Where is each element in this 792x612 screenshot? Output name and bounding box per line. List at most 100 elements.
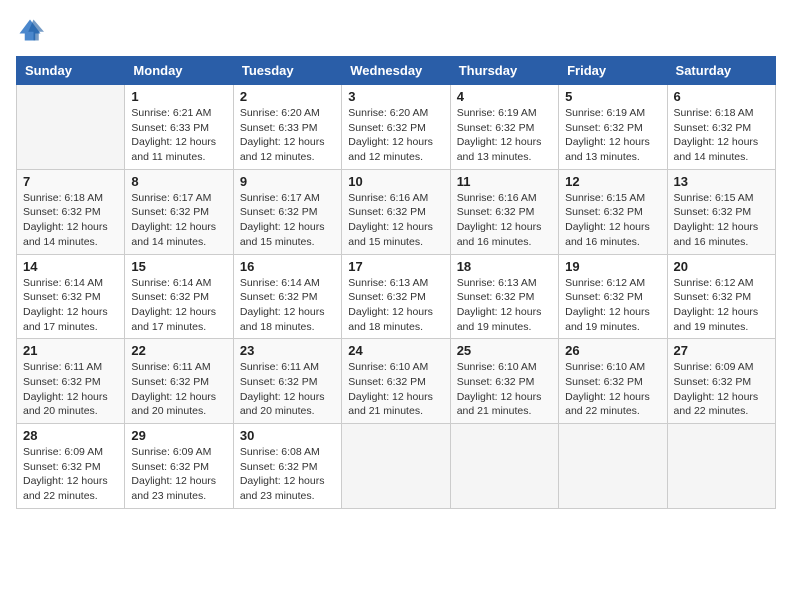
day-number: 25 xyxy=(457,343,552,358)
day-number: 2 xyxy=(240,89,335,104)
day-info: Sunrise: 6:17 AM Sunset: 6:32 PM Dayligh… xyxy=(240,191,335,250)
day-number: 1 xyxy=(131,89,226,104)
calendar-cell: 18 Sunrise: 6:13 AM Sunset: 6:32 PM Dayli… xyxy=(450,254,558,339)
day-info: Sunrise: 6:20 AM Sunset: 6:32 PM Dayligh… xyxy=(348,106,443,165)
calendar-cell: 25 Sunrise: 6:10 AM Sunset: 6:32 PM Dayli… xyxy=(450,339,558,424)
calendar-header: SundayMondayTuesdayWednesdayThursdayFrid… xyxy=(17,57,776,85)
calendar-cell xyxy=(342,424,450,509)
calendar-cell xyxy=(559,424,667,509)
calendar-cell: 8Sunrise: 6:17 AM Sunset: 6:32 PM Daylig… xyxy=(125,169,233,254)
calendar-cell: 17 Sunrise: 6:13 AM Sunset: 6:32 PM Dayli… xyxy=(342,254,450,339)
day-info: Sunrise: 6:16 AM Sunset: 6:32 PM Dayligh… xyxy=(457,191,552,250)
calendar-cell xyxy=(17,85,125,170)
calendar-cell: 1 Sunrise: 6:21 AM Sunset: 6:33 PM Daylig… xyxy=(125,85,233,170)
weekday-header: Thursday xyxy=(450,57,558,85)
calendar-cell xyxy=(667,424,775,509)
weekday-header: Monday xyxy=(125,57,233,85)
day-info: Sunrise: 6:10 AM Sunset: 6:32 PM Dayligh… xyxy=(457,360,552,419)
day-number: 7 xyxy=(23,174,118,189)
calendar-cell: 16Sunrise: 6:14 AM Sunset: 6:32 PM Dayli… xyxy=(233,254,341,339)
day-number: 27 xyxy=(674,343,769,358)
logo-icon xyxy=(16,16,44,44)
day-number: 28 xyxy=(23,428,118,443)
day-info: Sunrise: 6:11 AM Sunset: 6:32 PM Dayligh… xyxy=(240,360,335,419)
weekday-header: Wednesday xyxy=(342,57,450,85)
calendar-cell: 24Sunrise: 6:10 AM Sunset: 6:32 PM Dayli… xyxy=(342,339,450,424)
day-info: Sunrise: 6:15 AM Sunset: 6:32 PM Dayligh… xyxy=(674,191,769,250)
day-info: Sunrise: 6:09 AM Sunset: 6:32 PM Dayligh… xyxy=(131,445,226,504)
day-number: 6 xyxy=(674,89,769,104)
page-header xyxy=(16,16,776,44)
calendar-cell: 21 Sunrise: 6:11 AM Sunset: 6:32 PM Dayli… xyxy=(17,339,125,424)
calendar-cell: 11 Sunrise: 6:16 AM Sunset: 6:32 PM Dayli… xyxy=(450,169,558,254)
day-info: Sunrise: 6:14 AM Sunset: 6:32 PM Dayligh… xyxy=(131,276,226,335)
calendar-cell: 6 Sunrise: 6:18 AM Sunset: 6:32 PM Daylig… xyxy=(667,85,775,170)
day-number: 19 xyxy=(565,259,660,274)
day-info: Sunrise: 6:12 AM Sunset: 6:32 PM Dayligh… xyxy=(565,276,660,335)
calendar-cell: 9 Sunrise: 6:17 AM Sunset: 6:32 PM Daylig… xyxy=(233,169,341,254)
day-number: 8 xyxy=(131,174,226,189)
day-info: Sunrise: 6:18 AM Sunset: 6:32 PM Dayligh… xyxy=(23,191,118,250)
calendar-cell: 13 Sunrise: 6:15 AM Sunset: 6:32 PM Dayli… xyxy=(667,169,775,254)
day-number: 26 xyxy=(565,343,660,358)
calendar-cell: 22Sunrise: 6:11 AM Sunset: 6:32 PM Dayli… xyxy=(125,339,233,424)
day-info: Sunrise: 6:09 AM Sunset: 6:32 PM Dayligh… xyxy=(23,445,118,504)
weekday-header: Tuesday xyxy=(233,57,341,85)
calendar-cell: 7 Sunrise: 6:18 AM Sunset: 6:32 PM Daylig… xyxy=(17,169,125,254)
calendar-cell: 30Sunrise: 6:08 AM Sunset: 6:32 PM Dayli… xyxy=(233,424,341,509)
calendar-cell: 26 Sunrise: 6:10 AM Sunset: 6:32 PM Dayli… xyxy=(559,339,667,424)
day-info: Sunrise: 6:08 AM Sunset: 6:32 PM Dayligh… xyxy=(240,445,335,504)
day-info: Sunrise: 6:13 AM Sunset: 6:32 PM Dayligh… xyxy=(457,276,552,335)
calendar-cell: 5 Sunrise: 6:19 AM Sunset: 6:32 PM Daylig… xyxy=(559,85,667,170)
calendar-week-row: 28 Sunrise: 6:09 AM Sunset: 6:32 PM Dayli… xyxy=(17,424,776,509)
day-number: 14 xyxy=(23,259,118,274)
weekday-header: Saturday xyxy=(667,57,775,85)
calendar-table: SundayMondayTuesdayWednesdayThursdayFrid… xyxy=(16,56,776,509)
calendar-cell: 15 Sunrise: 6:14 AM Sunset: 6:32 PM Dayli… xyxy=(125,254,233,339)
calendar-cell: 3 Sunrise: 6:20 AM Sunset: 6:32 PM Daylig… xyxy=(342,85,450,170)
calendar-cell: 2Sunrise: 6:20 AM Sunset: 6:33 PM Daylig… xyxy=(233,85,341,170)
day-number: 5 xyxy=(565,89,660,104)
calendar-cell: 14 Sunrise: 6:14 AM Sunset: 6:32 PM Dayli… xyxy=(17,254,125,339)
day-number: 11 xyxy=(457,174,552,189)
weekday-header: Sunday xyxy=(17,57,125,85)
day-info: Sunrise: 6:18 AM Sunset: 6:32 PM Dayligh… xyxy=(674,106,769,165)
day-number: 17 xyxy=(348,259,443,274)
calendar-cell: 27 Sunrise: 6:09 AM Sunset: 6:32 PM Dayli… xyxy=(667,339,775,424)
day-number: 29 xyxy=(131,428,226,443)
day-info: Sunrise: 6:12 AM Sunset: 6:32 PM Dayligh… xyxy=(674,276,769,335)
day-number: 18 xyxy=(457,259,552,274)
day-number: 12 xyxy=(565,174,660,189)
calendar-cell: 23 Sunrise: 6:11 AM Sunset: 6:32 PM Dayli… xyxy=(233,339,341,424)
logo xyxy=(16,16,48,44)
day-info: Sunrise: 6:19 AM Sunset: 6:32 PM Dayligh… xyxy=(565,106,660,165)
day-info: Sunrise: 6:19 AM Sunset: 6:32 PM Dayligh… xyxy=(457,106,552,165)
calendar-week-row: 21 Sunrise: 6:11 AM Sunset: 6:32 PM Dayli… xyxy=(17,339,776,424)
day-info: Sunrise: 6:10 AM Sunset: 6:32 PM Dayligh… xyxy=(565,360,660,419)
day-number: 13 xyxy=(674,174,769,189)
calendar-week-row: 1 Sunrise: 6:21 AM Sunset: 6:33 PM Daylig… xyxy=(17,85,776,170)
day-info: Sunrise: 6:09 AM Sunset: 6:32 PM Dayligh… xyxy=(674,360,769,419)
day-number: 9 xyxy=(240,174,335,189)
calendar-cell: 4 Sunrise: 6:19 AM Sunset: 6:32 PM Daylig… xyxy=(450,85,558,170)
day-number: 4 xyxy=(457,89,552,104)
calendar-week-row: 14 Sunrise: 6:14 AM Sunset: 6:32 PM Dayli… xyxy=(17,254,776,339)
day-number: 22 xyxy=(131,343,226,358)
calendar-week-row: 7 Sunrise: 6:18 AM Sunset: 6:32 PM Daylig… xyxy=(17,169,776,254)
day-info: Sunrise: 6:21 AM Sunset: 6:33 PM Dayligh… xyxy=(131,106,226,165)
day-info: Sunrise: 6:16 AM Sunset: 6:32 PM Dayligh… xyxy=(348,191,443,250)
day-number: 23 xyxy=(240,343,335,358)
weekday-header: Friday xyxy=(559,57,667,85)
calendar-cell: 19 Sunrise: 6:12 AM Sunset: 6:32 PM Dayli… xyxy=(559,254,667,339)
day-info: Sunrise: 6:14 AM Sunset: 6:32 PM Dayligh… xyxy=(23,276,118,335)
day-number: 24 xyxy=(348,343,443,358)
calendar-cell: 10Sunrise: 6:16 AM Sunset: 6:32 PM Dayli… xyxy=(342,169,450,254)
day-number: 15 xyxy=(131,259,226,274)
day-number: 3 xyxy=(348,89,443,104)
day-number: 21 xyxy=(23,343,118,358)
day-info: Sunrise: 6:14 AM Sunset: 6:32 PM Dayligh… xyxy=(240,276,335,335)
day-info: Sunrise: 6:15 AM Sunset: 6:32 PM Dayligh… xyxy=(565,191,660,250)
day-info: Sunrise: 6:11 AM Sunset: 6:32 PM Dayligh… xyxy=(23,360,118,419)
day-info: Sunrise: 6:13 AM Sunset: 6:32 PM Dayligh… xyxy=(348,276,443,335)
calendar-cell: 28 Sunrise: 6:09 AM Sunset: 6:32 PM Dayli… xyxy=(17,424,125,509)
